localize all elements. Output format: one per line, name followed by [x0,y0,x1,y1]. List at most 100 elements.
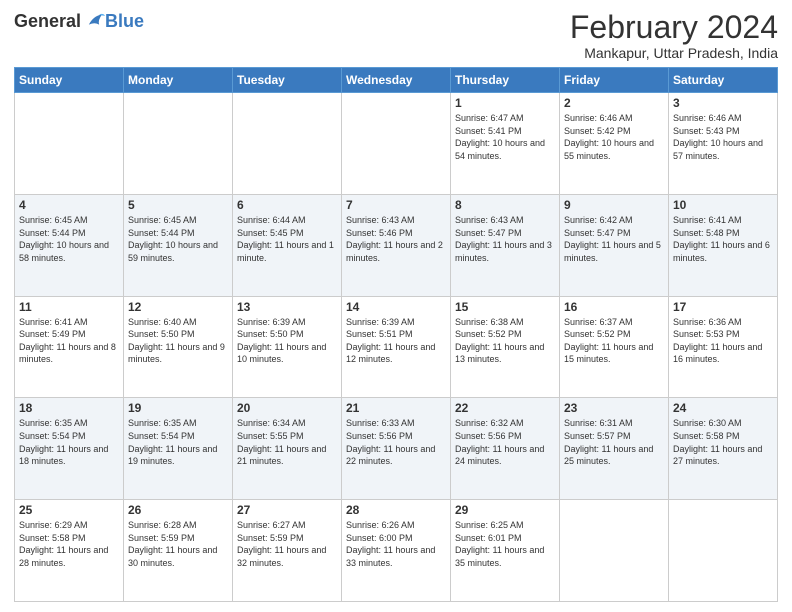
day-number: 6 [237,198,337,212]
logo: General Blue [14,10,144,32]
calendar-week-row: 18 Sunrise: 6:35 AM Sunset: 5:54 PM Dayli… [15,398,778,500]
calendar-cell: 11Sunrise: 6:41 AM Sunset: 5:49 PM Dayli… [15,296,124,398]
day-info: Sunrise: 6:41 AM Sunset: 5:48 PM Dayligh… [673,214,773,264]
day-number: 23 [564,401,664,415]
day-info: Sunrise: 6:45 AM Sunset: 5:44 PM Dayligh… [128,214,228,264]
day-info: Sunrise: 6:46 AM Sunset: 5:42 PM Dayligh… [564,112,664,162]
calendar: SundayMondayTuesdayWednesdayThursdayFrid… [14,67,778,602]
calendar-cell: 1 Sunrise: 6:47 AM Sunset: 5:41 PM Daylig… [451,93,560,195]
day-info: Sunrise: 6:43 AM Sunset: 5:47 PM Dayligh… [455,214,555,264]
day-number: 14 [346,300,446,314]
calendar-cell: 12 Sunrise: 6:40 AM Sunset: 5:50 PM Dayli… [124,296,233,398]
calendar-cell: 3Sunrise: 6:46 AM Sunset: 5:43 PM Daylig… [669,93,778,195]
day-number: 10 [673,198,773,212]
calendar-cell: 19 Sunrise: 6:35 AM Sunset: 5:54 PM Dayli… [124,398,233,500]
calendar-cell: 17 Sunrise: 6:36 AM Sunset: 5:53 PM Dayli… [669,296,778,398]
calendar-cell: 7Sunrise: 6:43 AM Sunset: 5:46 PM Daylig… [342,194,451,296]
day-info: Sunrise: 6:26 AM Sunset: 6:00 PM Dayligh… [346,519,446,569]
day-info: Sunrise: 6:40 AM Sunset: 5:50 PM Dayligh… [128,316,228,366]
day-number: 26 [128,503,228,517]
day-number: 18 [19,401,119,415]
calendar-cell [560,500,669,602]
day-info: Sunrise: 6:36 AM Sunset: 5:53 PM Dayligh… [673,316,773,366]
day-info: Sunrise: 6:31 AM Sunset: 5:57 PM Dayligh… [564,417,664,467]
day-info: Sunrise: 6:25 AM Sunset: 6:01 PM Dayligh… [455,519,555,569]
day-number: 20 [237,401,337,415]
day-info: Sunrise: 6:34 AM Sunset: 5:55 PM Dayligh… [237,417,337,467]
calendar-cell: 24 Sunrise: 6:30 AM Sunset: 5:58 PM Dayli… [669,398,778,500]
day-number: 16 [564,300,664,314]
calendar-cell: 28 Sunrise: 6:26 AM Sunset: 6:00 PM Dayli… [342,500,451,602]
day-number: 11 [19,300,119,314]
calendar-cell: 26 Sunrise: 6:28 AM Sunset: 5:59 PM Dayli… [124,500,233,602]
calendar-cell [342,93,451,195]
day-info: Sunrise: 6:39 AM Sunset: 5:50 PM Dayligh… [237,316,337,366]
day-number: 28 [346,503,446,517]
calendar-day-header: Saturday [669,68,778,93]
day-info: Sunrise: 6:44 AM Sunset: 5:45 PM Dayligh… [237,214,337,264]
calendar-week-row: 1 Sunrise: 6:47 AM Sunset: 5:41 PM Daylig… [15,93,778,195]
day-info: Sunrise: 6:45 AM Sunset: 5:44 PM Dayligh… [19,214,119,264]
calendar-cell [669,500,778,602]
day-number: 22 [455,401,555,415]
calendar-cell: 5 Sunrise: 6:45 AM Sunset: 5:44 PM Daylig… [124,194,233,296]
day-info: Sunrise: 6:43 AM Sunset: 5:46 PM Dayligh… [346,214,446,264]
calendar-week-row: 25Sunrise: 6:29 AM Sunset: 5:58 PM Dayli… [15,500,778,602]
page: General Blue February 2024 Mankapur, Utt… [0,0,792,612]
calendar-day-header: Tuesday [233,68,342,93]
day-number: 1 [455,96,555,110]
day-number: 17 [673,300,773,314]
day-info: Sunrise: 6:37 AM Sunset: 5:52 PM Dayligh… [564,316,664,366]
day-number: 2 [564,96,664,110]
calendar-cell: 13 Sunrise: 6:39 AM Sunset: 5:50 PM Dayli… [233,296,342,398]
subtitle: Mankapur, Uttar Pradesh, India [570,45,778,61]
day-info: Sunrise: 6:27 AM Sunset: 5:59 PM Dayligh… [237,519,337,569]
calendar-day-header: Sunday [15,68,124,93]
calendar-cell: 10 Sunrise: 6:41 AM Sunset: 5:48 PM Dayli… [669,194,778,296]
day-number: 4 [19,198,119,212]
day-info: Sunrise: 6:28 AM Sunset: 5:59 PM Dayligh… [128,519,228,569]
logo-general: General [14,11,81,32]
day-number: 13 [237,300,337,314]
day-info: Sunrise: 6:46 AM Sunset: 5:43 PM Dayligh… [673,112,773,162]
calendar-cell [124,93,233,195]
day-number: 29 [455,503,555,517]
main-title: February 2024 [570,10,778,45]
day-number: 9 [564,198,664,212]
calendar-cell: 2 Sunrise: 6:46 AM Sunset: 5:42 PM Daylig… [560,93,669,195]
calendar-week-row: 11Sunrise: 6:41 AM Sunset: 5:49 PM Dayli… [15,296,778,398]
day-number: 5 [128,198,228,212]
calendar-week-row: 4 Sunrise: 6:45 AM Sunset: 5:44 PM Daylig… [15,194,778,296]
day-number: 12 [128,300,228,314]
calendar-cell: 15 Sunrise: 6:38 AM Sunset: 5:52 PM Dayli… [451,296,560,398]
day-number: 27 [237,503,337,517]
calendar-cell: 23 Sunrise: 6:31 AM Sunset: 5:57 PM Dayli… [560,398,669,500]
calendar-cell: 4 Sunrise: 6:45 AM Sunset: 5:44 PM Daylig… [15,194,124,296]
calendar-cell: 20 Sunrise: 6:34 AM Sunset: 5:55 PM Dayli… [233,398,342,500]
calendar-cell: 22 Sunrise: 6:32 AM Sunset: 5:56 PM Dayli… [451,398,560,500]
calendar-cell: 27 Sunrise: 6:27 AM Sunset: 5:59 PM Dayli… [233,500,342,602]
title-area: February 2024 Mankapur, Uttar Pradesh, I… [570,10,778,61]
day-number: 19 [128,401,228,415]
logo-blue: Blue [105,11,144,32]
day-number: 21 [346,401,446,415]
calendar-cell [233,93,342,195]
calendar-cell: 18 Sunrise: 6:35 AM Sunset: 5:54 PM Dayli… [15,398,124,500]
day-info: Sunrise: 6:35 AM Sunset: 5:54 PM Dayligh… [19,417,119,467]
day-info: Sunrise: 6:47 AM Sunset: 5:41 PM Dayligh… [455,112,555,162]
calendar-header-row: SundayMondayTuesdayWednesdayThursdayFrid… [15,68,778,93]
day-info: Sunrise: 6:35 AM Sunset: 5:54 PM Dayligh… [128,417,228,467]
day-number: 24 [673,401,773,415]
header: General Blue February 2024 Mankapur, Utt… [14,10,778,61]
day-info: Sunrise: 6:38 AM Sunset: 5:52 PM Dayligh… [455,316,555,366]
calendar-cell: 8Sunrise: 6:43 AM Sunset: 5:47 PM Daylig… [451,194,560,296]
day-number: 15 [455,300,555,314]
day-info: Sunrise: 6:32 AM Sunset: 5:56 PM Dayligh… [455,417,555,467]
calendar-day-header: Monday [124,68,233,93]
calendar-cell [15,93,124,195]
calendar-cell: 29 Sunrise: 6:25 AM Sunset: 6:01 PM Dayli… [451,500,560,602]
day-info: Sunrise: 6:29 AM Sunset: 5:58 PM Dayligh… [19,519,119,569]
calendar-day-header: Wednesday [342,68,451,93]
logo-bird-icon [83,10,105,32]
day-info: Sunrise: 6:30 AM Sunset: 5:58 PM Dayligh… [673,417,773,467]
